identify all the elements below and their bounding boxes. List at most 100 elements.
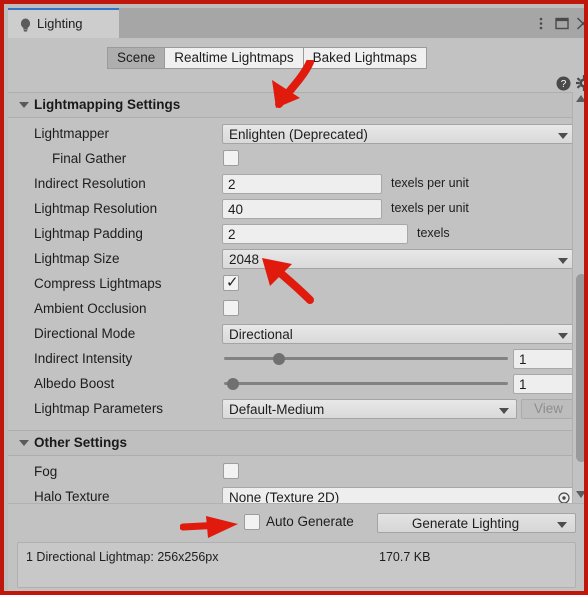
fog-checkbox[interactable] [223, 463, 239, 479]
row-directional-mode: Directional Mode Directional [8, 322, 572, 347]
row-compress-lightmaps: Compress Lightmaps ✓ [8, 272, 572, 297]
slider-track [224, 382, 508, 385]
section-title: Lightmapping Settings [34, 97, 181, 112]
lightmap-padding-input[interactable]: 2 [222, 224, 408, 244]
indirect-resolution-suffix: texels per unit [391, 176, 469, 190]
label-halo-texture: Halo Texture [34, 489, 110, 503]
lightmap-padding-suffix: texels [417, 226, 450, 240]
auto-generate-checkbox[interactable] [244, 514, 260, 530]
indirect-intensity-input[interactable]: 1 [513, 349, 572, 369]
tab-scene[interactable]: Scene [107, 47, 166, 69]
gear-icon[interactable] [576, 75, 588, 91]
label-final-gather: Final Gather [52, 151, 127, 166]
svg-text:?: ? [561, 79, 567, 90]
row-lightmap-size: Lightmap Size 2048 [8, 247, 572, 272]
label-lightmap-padding: Lightmap Padding [34, 226, 143, 241]
row-fog: Fog [8, 460, 572, 485]
status-lightmap-size: 170.7 KB [379, 550, 431, 564]
auto-generate-label: Auto Generate [266, 514, 354, 529]
lighting-window: Lighting Scene Realtime Lightmaps Baked … [0, 0, 588, 595]
scrollbar-thumb[interactable] [576, 274, 584, 462]
label-indirect-resolution: Indirect Resolution [34, 176, 146, 191]
albedo-boost-slider[interactable] [224, 374, 508, 394]
compress-lightmaps-checkbox[interactable]: ✓ [223, 274, 239, 291]
lightmap-parameters-value: Default-Medium [229, 402, 325, 417]
lightmap-size-dropdown[interactable]: 2048 [222, 249, 572, 269]
window-tab-lighting[interactable]: Lighting [8, 8, 119, 38]
lightmapper-value: Enlighten (Deprecated) [229, 127, 368, 142]
row-halo-texture: Halo Texture None (Texture 2D) [8, 485, 572, 503]
label-directional-mode: Directional Mode [34, 326, 136, 341]
foldout-arrow-icon [19, 102, 29, 108]
generate-lighting-label: Generate Lighting [411, 516, 520, 531]
albedo-boost-value: 1 [519, 377, 527, 392]
label-lightmap-resolution: Lightmap Resolution [34, 201, 158, 216]
directional-mode-dropdown[interactable]: Directional [222, 324, 572, 344]
chevron-down-icon [558, 258, 568, 264]
lightmap-resolution-value: 40 [228, 202, 244, 217]
row-indirect-intensity: Indirect Intensity 1 [8, 347, 572, 372]
generate-lighting-button[interactable]: Generate Lighting [377, 513, 576, 533]
row-final-gather: Final Gather [8, 147, 572, 172]
label-ambient-occlusion: Ambient Occlusion [34, 301, 147, 316]
slider-handle[interactable] [226, 378, 239, 390]
lightmap-padding-value: 2 [228, 227, 236, 242]
close-icon[interactable] [574, 15, 588, 32]
indirect-resolution-value: 2 [228, 177, 236, 192]
titlebar: Lighting [8, 8, 588, 38]
label-compress-lightmaps: Compress Lightmaps [34, 276, 162, 291]
section-header-lightmapping[interactable]: Lightmapping Settings [8, 92, 572, 118]
albedo-boost-input[interactable]: 1 [513, 374, 572, 394]
kebab-menu-icon[interactable] [532, 15, 550, 32]
lightmap-size-value: 2048 [229, 252, 260, 267]
window-inner: Lighting Scene Realtime Lightmaps Baked … [8, 8, 588, 591]
chevron-down-icon [499, 408, 509, 414]
section-header-other[interactable]: Other Settings [8, 430, 572, 456]
scroll-down-arrow[interactable] [576, 491, 584, 498]
row-indirect-resolution: Indirect Resolution 2 texels per unit [8, 172, 572, 197]
label-lightmapper: Lightmapper [34, 126, 110, 141]
ambient-occlusion-checkbox[interactable] [223, 300, 239, 316]
row-ambient-occlusion: Ambient Occlusion [8, 297, 572, 322]
chevron-down-icon [557, 522, 567, 528]
help-circle-icon[interactable]: ? [556, 76, 571, 91]
lightmap-parameters-dropdown[interactable]: Default-Medium [222, 399, 517, 419]
window-tab-label: Lighting [37, 16, 83, 31]
status-lightmap-info: 1 Directional Lightmap: 256x256px [26, 550, 219, 564]
final-gather-checkbox[interactable] [223, 150, 239, 166]
settings-scroll-area: Lightmapping Settings Lightmapper Enligh… [8, 92, 572, 503]
row-albedo-boost: Albedo Boost 1 [8, 372, 572, 397]
lightmapper-dropdown[interactable]: Enlighten (Deprecated) [222, 124, 572, 144]
indirect-resolution-input[interactable]: 2 [222, 174, 382, 194]
lightmap-status-box: 1 Directional Lightmap: 256x256px 170.7 … [17, 542, 576, 588]
foldout-arrow-icon [19, 440, 29, 446]
indirect-intensity-slider[interactable] [224, 349, 508, 369]
bottom-bar: Auto Generate Generate Lighting 1 Direct… [8, 503, 584, 591]
row-lightmapper: Lightmapper Enlighten (Deprecated) [8, 122, 572, 147]
row-lightmap-padding: Lightmap Padding 2 texels [8, 222, 572, 247]
halo-texture-object-field[interactable]: None (Texture 2D) [222, 487, 572, 503]
row-lightmap-resolution: Lightmap Resolution 40 texels per unit [8, 197, 572, 222]
slider-handle[interactable] [272, 353, 285, 365]
label-lightmap-size: Lightmap Size [34, 251, 120, 266]
label-indirect-intensity: Indirect Intensity [34, 351, 133, 366]
view-button[interactable]: View [521, 399, 572, 419]
label-albedo-boost: Albedo Boost [34, 376, 115, 391]
maximize-icon[interactable] [553, 15, 571, 32]
toolbar: Scene Realtime Lightmaps Baked Lightmaps… [8, 38, 588, 92]
label-lightmap-parameters: Lightmap Parameters [34, 401, 164, 416]
tab-baked-lightmaps[interactable]: Baked Lightmaps [302, 47, 427, 69]
lightmap-resolution-input[interactable]: 40 [222, 199, 382, 219]
directional-mode-value: Directional [229, 327, 293, 342]
row-lightmap-parameters: Lightmap Parameters Default-Medium View [8, 397, 572, 422]
scroll-up-arrow[interactable] [576, 95, 584, 102]
chevron-down-icon [558, 333, 568, 339]
label-fog: Fog [34, 464, 58, 479]
lightbulb-icon [20, 18, 31, 32]
chevron-down-icon [558, 133, 568, 139]
object-picker-icon[interactable] [558, 492, 570, 503]
vertical-scrollbar[interactable] [572, 92, 584, 503]
halo-texture-value: None (Texture 2D) [229, 490, 340, 503]
tab-realtime-lightmaps[interactable]: Realtime Lightmaps [164, 47, 304, 69]
mode-tab-group: Scene Realtime Lightmaps Baked Lightmaps [107, 47, 427, 69]
